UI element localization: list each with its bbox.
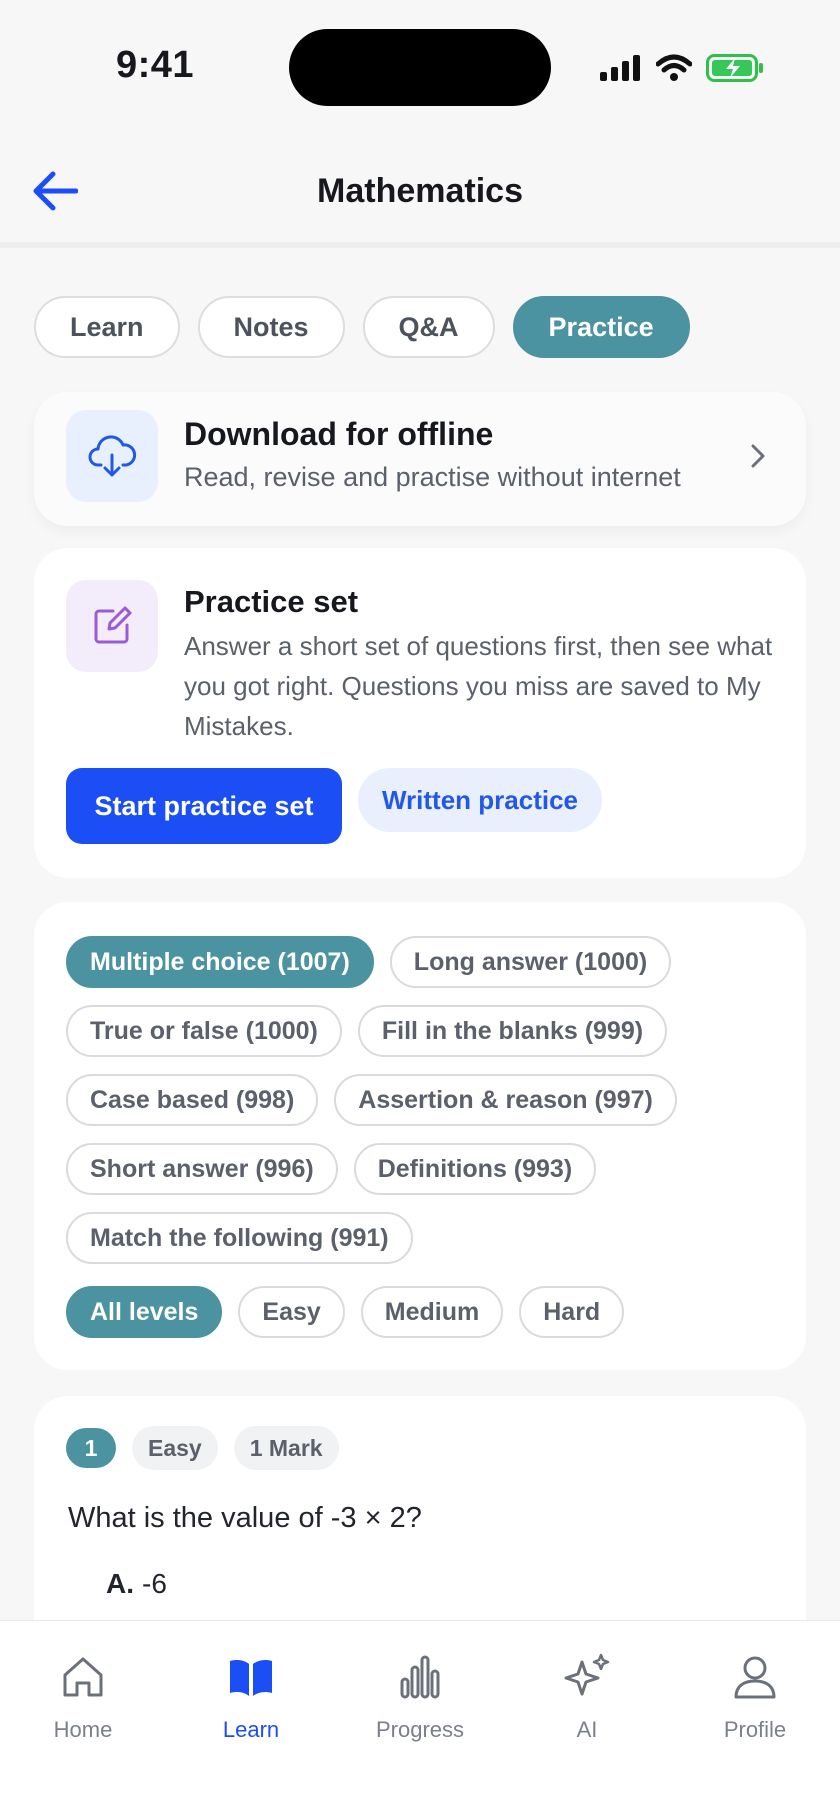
nav-profile-label: Profile: [723, 1717, 787, 1742]
offline-icon-tile: [66, 410, 158, 502]
nav-profile[interactable]: Profile: [680, 1651, 830, 1743]
sparkles-icon: [564, 1653, 610, 1696]
status-bar: 9:41: [0, 0, 840, 136]
chip-hard[interactable]: Hard: [519, 1286, 625, 1338]
marks-badge: 1 Mark: [233, 1426, 339, 1470]
bottom-nav: Home Learn Progress AI Profile: [0, 1620, 840, 1820]
nav-ai[interactable]: AI: [512, 1651, 662, 1743]
dynamic-island: [289, 29, 551, 106]
option-letter: A.: [106, 1568, 134, 1599]
nav-progress[interactable]: Progress: [345, 1651, 495, 1743]
chip-medium[interactable]: Medium: [360, 1286, 504, 1338]
answer-option-a[interactable]: A. -6: [106, 1568, 167, 1600]
nav-learn[interactable]: Learn: [176, 1651, 326, 1743]
chip-multiple-choice[interactable]: Multiple choice (1007): [66, 936, 374, 988]
chip-definitions[interactable]: Definitions (993): [353, 1143, 597, 1195]
start-practice-set-button[interactable]: Start practice set: [66, 768, 342, 844]
chip-assertion-reason[interactable]: Assertion & reason (997): [334, 1074, 677, 1126]
practice-set-description: Answer a short set of questions first, t…: [184, 631, 773, 741]
bar-chart-icon: [400, 1655, 440, 1699]
question-number-badge: 1: [66, 1428, 116, 1468]
nav-progress-label: Progress: [375, 1717, 465, 1742]
nav-home-label: Home: [53, 1717, 113, 1742]
app-header: Mathematics: [0, 136, 840, 248]
chip-easy[interactable]: Easy: [238, 1286, 345, 1338]
chip-all-levels[interactable]: All levels: [66, 1286, 223, 1338]
practice-set-title: Practice set: [184, 584, 359, 619]
practice-set-card: Practice set Answer a short set of quest…: [34, 548, 806, 878]
written-practice-button[interactable]: Written practice: [358, 768, 602, 832]
level-chips: All levels Easy Medium Hard: [66, 1286, 625, 1338]
battery-icon: [706, 54, 763, 82]
question-text: What is the value of -3 × 2?: [68, 1502, 422, 1534]
nav-learn-label: Learn: [222, 1717, 280, 1742]
wifi-icon: [656, 54, 692, 81]
practice-icon-tile: [66, 580, 158, 672]
chip-true-or-false[interactable]: True or false (1000): [66, 1005, 342, 1057]
question-meta: 1 Easy 1 Mark: [66, 1426, 339, 1470]
home-icon: [63, 1657, 103, 1697]
tab-practice[interactable]: Practice: [512, 296, 690, 358]
offline-download-card[interactable]: Download for offline Read, revise and pr…: [34, 392, 806, 526]
nav-home[interactable]: Home: [8, 1651, 158, 1743]
status-time: 9:41: [116, 44, 195, 86]
chevron-right-icon: [751, 444, 765, 468]
status-icons: [600, 50, 764, 86]
chip-fill-in-the-blanks[interactable]: Fill in the blanks (999): [357, 1005, 668, 1057]
offline-subtitle: Read, revise and practise without intern…: [184, 462, 681, 492]
question-type-chips: Multiple choice (1007) Long answer (1000…: [66, 936, 766, 1264]
chip-short-answer[interactable]: Short answer (996): [66, 1143, 338, 1195]
book-icon: [230, 1660, 272, 1696]
page-title: Mathematics: [317, 172, 523, 210]
option-text: -6: [142, 1568, 167, 1599]
signal-icon: [600, 55, 640, 81]
nav-ai-label: AI: [576, 1717, 598, 1742]
difficulty-badge: Easy: [132, 1426, 218, 1470]
filter-card: Multiple choice (1007) Long answer (1000…: [34, 902, 806, 1370]
chip-case-based[interactable]: Case based (998): [66, 1074, 319, 1126]
tab-qa[interactable]: Q&A: [362, 296, 495, 358]
user-icon: [734, 1656, 776, 1699]
chip-match-the-following[interactable]: Match the following (991): [66, 1212, 413, 1264]
tab-notes[interactable]: Notes: [197, 296, 345, 358]
offline-title: Download for offline: [184, 416, 494, 452]
edit-icon: [94, 606, 132, 644]
tab-learn[interactable]: Learn: [34, 296, 180, 358]
tab-bar: Learn Notes Q&A Practice: [34, 296, 690, 358]
chip-long-answer[interactable]: Long answer (1000): [389, 936, 672, 988]
cloud-download-icon: [88, 435, 137, 477]
